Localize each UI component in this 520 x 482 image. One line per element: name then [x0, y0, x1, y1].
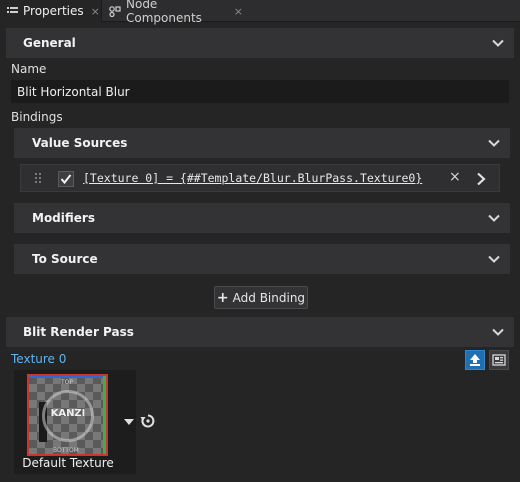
texture-caption: Default Texture: [22, 456, 114, 470]
kanzi-logo: KANZI: [50, 408, 86, 419]
chevron-down-icon[interactable]: [492, 326, 504, 338]
name-label: Name: [11, 62, 47, 76]
chevron-down-icon[interactable]: [488, 253, 500, 265]
reset-icon[interactable]: [140, 413, 156, 429]
chevron-right-icon[interactable]: [476, 172, 486, 186]
add-binding-button[interactable]: + Add Binding: [214, 286, 308, 309]
texture-0-label[interactable]: Texture 0: [11, 352, 66, 366]
to-source-title: To Source: [32, 252, 98, 266]
texture-selector[interactable]: TOP KANZI BOTTOM Default Texture: [14, 370, 136, 474]
blit-render-pass-title: Blit Render Pass: [23, 325, 134, 339]
tab-bar: Properties × Node Components ×: [0, 0, 520, 25]
binding-row: [Texture 0] = {##Template/Blur.BlurPass.…: [20, 164, 500, 192]
remove-binding-icon[interactable]: ×: [449, 169, 461, 185]
value-sources-header[interactable]: Value Sources: [14, 128, 510, 158]
nodes-icon: [109, 5, 121, 17]
modifiers-header[interactable]: Modifiers: [14, 203, 510, 233]
drag-handle-icon[interactable]: [35, 173, 43, 185]
thumbnail-right-edge: [103, 376, 106, 454]
close-icon[interactable]: ×: [91, 5, 100, 18]
binding-enabled-checkbox[interactable]: [58, 171, 74, 187]
upload-texture-button[interactable]: [465, 350, 485, 370]
tab-node-components-label: Node Components: [126, 0, 202, 25]
chevron-down-icon[interactable]: [492, 37, 504, 49]
modifiers-title: Modifiers: [32, 211, 95, 225]
to-source-header[interactable]: To Source: [14, 244, 510, 274]
tab-properties-label: Properties: [23, 4, 84, 18]
blit-render-pass-header[interactable]: Blit Render Pass: [6, 317, 514, 347]
plus-icon: +: [216, 289, 229, 306]
tab-properties[interactable]: Properties ×: [0, 0, 102, 22]
browse-texture-button[interactable]: [489, 350, 509, 370]
chevron-down-icon[interactable]: [488, 212, 500, 224]
binding-expression[interactable]: [Texture 0] = {##Template/Blur.BlurPass.…: [83, 171, 422, 185]
name-field[interactable]: [11, 80, 509, 103]
upload-icon: [470, 354, 480, 366]
caret-down-icon[interactable]: [124, 418, 134, 426]
tab-node-components[interactable]: Node Components ×: [103, 0, 243, 25]
bindings-label: Bindings: [11, 110, 63, 124]
thumbnail-top-edge: [29, 376, 106, 378]
add-binding-label: Add Binding: [232, 290, 306, 305]
general-section-header[interactable]: General: [6, 28, 514, 58]
thumbnail-top-text: TOP: [61, 379, 74, 386]
texture-thumbnail: TOP KANZI BOTTOM: [27, 374, 108, 456]
list-icon: [6, 5, 18, 17]
chevron-down-icon[interactable]: [488, 137, 500, 149]
thumbnail-bottom-text: BOTTOM: [53, 447, 79, 454]
general-title: General: [23, 36, 76, 50]
checkmark-icon: [60, 174, 72, 185]
browse-icon: [492, 354, 506, 366]
value-sources-title: Value Sources: [32, 136, 128, 150]
close-icon[interactable]: ×: [234, 5, 243, 18]
